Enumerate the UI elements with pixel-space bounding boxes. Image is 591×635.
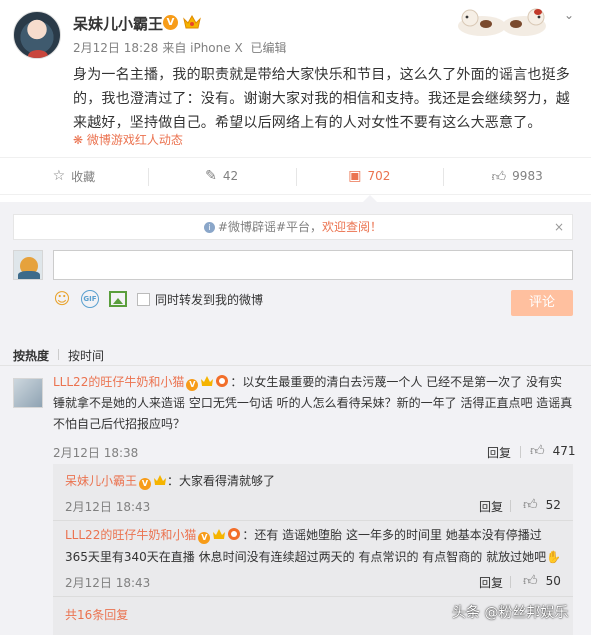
commenter-avatar[interactable] xyxy=(13,378,43,408)
close-icon[interactable]: × xyxy=(554,215,564,239)
flower-icon: ❋ xyxy=(73,133,84,147)
crown-icon xyxy=(201,376,214,386)
post-date[interactable]: 2月12日 18:28 xyxy=(73,41,158,55)
crown-icon[interactable] xyxy=(183,14,201,30)
commenter-name[interactable]: LLL22的旺仔牛奶和小猫 xyxy=(53,375,184,389)
comment-input[interactable] xyxy=(53,250,573,280)
rumor-notice: i #微博辟谣#平台，欢迎查阅！ × xyxy=(13,214,573,240)
favorite-button[interactable]: ☆ 收藏 xyxy=(0,158,148,194)
crown-icon xyxy=(154,475,167,485)
reply-item: 呆妹儿小霸王 V ：大家看得清就够了 xyxy=(65,472,275,490)
more-options-icon[interactable]: ⌄ xyxy=(560,8,578,24)
reply-author[interactable]: 呆妹儿小霸王 xyxy=(65,474,137,488)
divider xyxy=(520,446,521,458)
notice-highlight[interactable]: 欢迎查阅！ xyxy=(322,220,382,234)
post-text-line: 身为一名主播，我的职责就是带给大家快乐和节目，这么久了外面的谣言也挺多 xyxy=(73,67,570,83)
crown-icon xyxy=(213,529,226,539)
emoji-icon[interactable]: ☺ xyxy=(53,290,71,308)
more-replies-link[interactable]: 共16条回复 xyxy=(65,606,128,623)
info-icon: i xyxy=(203,222,215,233)
action-bar: ☆ 收藏 ✎ 42 ▣ 702 👍︎ 9983 xyxy=(0,157,591,202)
thumbs-up-icon: 👍︎ xyxy=(491,168,507,185)
divider xyxy=(510,576,511,588)
post-edited[interactable]: 已编辑 xyxy=(251,41,287,55)
comment-like-button[interactable]: 👍︎ 471 xyxy=(530,442,576,459)
comment-like-count: 471 xyxy=(552,443,576,458)
post-text: 身为一名主播，我的职责就是带给大家快乐和节目，这么久了外面的谣言也挺多 的，我也… xyxy=(73,63,573,135)
post-source: 来自 iPhone X xyxy=(162,41,243,55)
comment-tools: ☺ GIF 同时转发到我的微博 xyxy=(53,289,263,309)
submit-comment-button[interactable]: 评论 xyxy=(511,290,573,316)
verified-badge-icon: V xyxy=(198,532,211,544)
author-name[interactable]: 呆妹儿小霸王 xyxy=(73,13,163,34)
dog-decoration-icon xyxy=(458,8,546,36)
comment-icon: ▣ xyxy=(348,168,362,184)
source-tag-label: 微博游戏红人动态 xyxy=(86,133,183,147)
divider xyxy=(58,349,59,360)
repost-button[interactable]: ✎ 42 xyxy=(147,158,296,194)
comment-text-line: ：以女生最重要的清白去污蔑一个人 已经不是第一次了 没有实 xyxy=(230,375,562,389)
comment-panel: i #微博辟谣#平台，欢迎查阅！ × ☺ GIF 同时转发到我的微博 评论 按热度… xyxy=(0,202,591,635)
reply-time: 2月12日 18:43 xyxy=(65,576,151,590)
thumbs-up-icon: 👍︎ xyxy=(523,573,538,589)
reply-button[interactable]: 回复 xyxy=(487,444,511,461)
comment-count: 702 xyxy=(367,169,391,183)
pray-hands-icon: ✋ xyxy=(546,550,562,564)
repost-checkbox-label[interactable]: 同时转发到我的微博 xyxy=(155,291,263,308)
post-meta: 2月12日 18:28 来自 iPhone X 已编辑 xyxy=(73,39,291,56)
sort-by-time-tab[interactable]: 按时间 xyxy=(68,347,104,364)
verified-badge-icon: V xyxy=(139,478,152,490)
reply-time: 2月12日 18:43 xyxy=(65,500,151,514)
verified-badge-icon[interactable]: V xyxy=(163,15,178,30)
verified-badge-icon: V xyxy=(186,379,199,391)
repost-checkbox[interactable] xyxy=(137,292,150,306)
comment-time: 2月12日 18:38 xyxy=(53,446,139,460)
like-button[interactable]: 👍︎ 9983 xyxy=(443,158,591,194)
divider xyxy=(510,500,511,512)
favorite-label: 收藏 xyxy=(71,169,96,184)
reply-text-line: ：还有 造谣她堕胎 这一年多的时间里 她基本没有停播过 xyxy=(242,528,542,542)
gif-icon[interactable]: GIF xyxy=(81,290,99,308)
comment-text-line: 锤就拿不是她的人来造谣 空口无凭一句话 听的人怎么看待呆妹？新的一年了 活得正直… xyxy=(53,396,573,410)
reply-like-count: 50 xyxy=(545,573,561,588)
weibo-post-page: 呆妹儿小霸王 V 2月12日 18:28 来自 iPhone X 已编辑 ⌄ 身为… xyxy=(0,0,591,635)
fan-badge-icon xyxy=(216,375,229,387)
author-avatar[interactable] xyxy=(13,11,61,59)
image-icon[interactable] xyxy=(109,291,127,307)
divider xyxy=(53,596,573,597)
reply-button[interactable]: 回复 xyxy=(479,574,503,591)
reply-like-button[interactable]: 👍︎ 50 xyxy=(523,572,561,589)
reply-author[interactable]: LLL22的旺仔牛奶和小猫 xyxy=(65,528,196,542)
post-text-line: 的，我也澄清过了：没有。谢谢大家对我的相信和支持。我还是会继续努力，越 xyxy=(73,91,570,107)
reply-like-count: 52 xyxy=(545,497,561,512)
divider xyxy=(53,520,573,521)
thumbs-up-icon: 👍︎ xyxy=(523,497,538,513)
comment-text: LLL22的旺仔牛奶和小猫 V ：以女生最重要的清白去污蔑一个人 已经不是第一次了 … xyxy=(53,372,575,435)
reply-text: ：大家看得清就够了 xyxy=(167,474,276,488)
reply-item: LLL22的旺仔牛奶和小猫 V ：还有 造谣她堕胎 这一年多的时间里 她基本没有停播… xyxy=(65,524,561,568)
thumbs-up-icon: 👍︎ xyxy=(530,443,545,459)
reply-button[interactable]: 回复 xyxy=(479,498,503,515)
watermark: 头条 @粉丝邦娱乐 xyxy=(452,605,569,621)
comment-text-line: 不怕自己后代招报应吗？ xyxy=(53,417,186,431)
comment-button[interactable]: ▣ 702 xyxy=(295,158,444,202)
repost-count: 42 xyxy=(222,169,239,183)
notice-link[interactable]: #微博辟谣#平台， xyxy=(218,220,322,234)
source-tag[interactable]: ❋ 微博游戏红人动态 xyxy=(73,131,183,148)
repost-icon: ✎ xyxy=(205,168,217,184)
my-avatar xyxy=(13,250,43,280)
reply-text-line: 365天里有340天在直播 休息时间没有连续超过两天的 有点常识的 有点智商的 … xyxy=(65,550,547,564)
sort-bar: 按热度 按时间 xyxy=(0,336,591,366)
reply-like-button[interactable]: 👍︎ 52 xyxy=(523,496,561,513)
sort-by-hot-tab[interactable]: 按热度 xyxy=(13,347,49,364)
star-icon: ☆ xyxy=(52,168,66,184)
fan-badge-icon xyxy=(228,528,241,540)
like-count: 9983 xyxy=(512,169,543,183)
